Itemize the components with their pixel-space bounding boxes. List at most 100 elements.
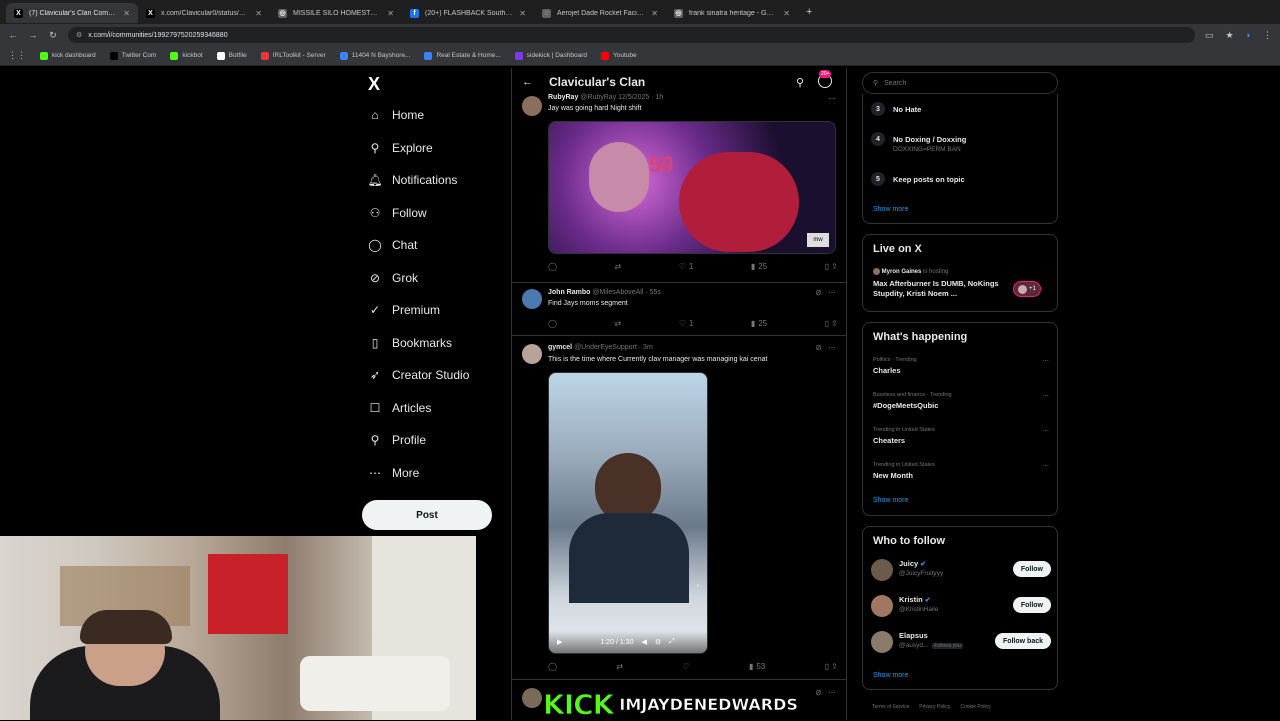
tweet[interactable]: gymcel @UnderEyeSupport · 3m ⊘ ⋯ This is…	[512, 336, 846, 680]
who-show-more-link[interactable]: Show more	[873, 672, 908, 679]
tweet[interactable]: John Rambo @MilesAboveAll · 55s ⊘ ⋯ Find…	[512, 283, 846, 336]
search-icon[interactable]: ⚲	[796, 76, 804, 89]
avatar[interactable]	[522, 289, 542, 309]
new-tab-icon[interactable]: +	[806, 6, 812, 18]
cast-icon[interactable]: ▭	[1205, 30, 1214, 41]
tab-close-icon[interactable]: ✕	[123, 9, 130, 18]
avatar[interactable]	[522, 688, 542, 708]
avatar[interactable]	[871, 595, 893, 617]
trends-show-more-link[interactable]: Show more	[873, 497, 908, 504]
nav-item-grok[interactable]: ⊘ Grok	[368, 271, 418, 285]
volume-icon[interactable]: ◀	[641, 638, 646, 646]
avatar[interactable]	[871, 559, 893, 581]
tab-close-icon[interactable]: ✕	[651, 9, 658, 18]
reply-icon[interactable]: ◯	[548, 319, 557, 328]
browser-tab[interactable]: Xx.com/Clavicular0/status/2039 ✕	[138, 3, 270, 23]
tweet-video[interactable]: ♪ ▶ 1:20 / 1:30 ◀ ⚙ ⤢	[548, 372, 708, 654]
trend-more-icon[interactable]: ⋯	[1042, 357, 1049, 365]
bookmark-icon[interactable]: ▯ ⇪	[825, 262, 838, 271]
nav-item-chat[interactable]: ◯ Chat	[368, 238, 417, 252]
back-icon[interactable]: ←	[8, 30, 18, 40]
live-listener-count[interactable]: +1	[1013, 281, 1041, 297]
fullscreen-icon[interactable]: ⤢	[669, 638, 675, 646]
browser-tab[interactable]: X (7) Clavicular's Clan Communit ✕	[6, 3, 138, 23]
bookmark-icon[interactable]: ▯ ⇪	[825, 662, 838, 671]
more-icon[interactable]: ⋯	[828, 688, 836, 697]
reload-icon[interactable]: ↻	[48, 30, 58, 41]
follow-suggestion[interactable]: Elapsus @ausyd... Follows you Follow back	[871, 629, 1051, 657]
trend-item[interactable]: Politics · Trending Charles ⋯	[873, 357, 1049, 375]
tweet-author-name[interactable]: gymcel	[548, 344, 572, 351]
tab-close-icon[interactable]: ✕	[387, 9, 394, 18]
bookmark-item[interactable]: kick dashboard	[40, 51, 96, 60]
browser-tab[interactable]: f (20+) FLASHBACK South Florid ✕	[402, 3, 534, 23]
more-icon[interactable]: ⋯	[828, 288, 836, 297]
nav-item-notifications[interactable]: 🔔︎ Notifications	[367, 173, 457, 187]
search-box[interactable]: ⚲ Search	[862, 72, 1058, 94]
tweet-image[interactable]: 50 mw	[548, 121, 836, 254]
trend-item[interactable]: Trending in United States Cheaters ⋯	[873, 427, 1049, 445]
bookmark-item[interactable]: Twitter Com	[109, 51, 156, 60]
trend-item[interactable]: Business and finance · Trending #DogeMeet…	[873, 392, 1049, 410]
footer-link[interactable]: Cookie Policy	[960, 704, 990, 710]
footer-link[interactable]: Terms of Service	[872, 704, 909, 710]
follow-suggestion[interactable]: Juicy ✔ @JuicyFruityyy Follow	[871, 557, 1051, 585]
more-icon[interactable]: ⋯	[828, 94, 836, 103]
post-button[interactable]: Post	[362, 500, 492, 530]
tab-close-icon[interactable]: ✕	[783, 9, 790, 18]
follow-button[interactable]: Follow back	[994, 633, 1051, 649]
tweet[interactable]: RubyRay @RubyRay 12/5/2025 · 1h ⋯ Jay wa…	[512, 90, 846, 283]
reply-icon[interactable]: ◯	[548, 662, 557, 671]
tab-close-icon[interactable]: ✕	[519, 9, 526, 18]
bookmark-item[interactable]: 11404 N Bayshore...	[339, 51, 410, 60]
browser-tab[interactable]: ◎ frank sinatra heritage - Googl ✕	[666, 3, 798, 23]
grok-icon[interactable]: ⊘	[815, 288, 822, 297]
extension-icon[interactable]: ◗	[1246, 30, 1251, 41]
nav-item-home[interactable]: ⌂ Home	[368, 108, 424, 122]
like-icon[interactable]: ♡ 1	[679, 262, 694, 271]
x-logo-icon[interactable]: X	[368, 74, 380, 95]
apps-icon[interactable]: ⋮⋮	[8, 50, 26, 61]
views-icon[interactable]: ▮ 53	[749, 662, 765, 671]
tab-close-icon[interactable]: ✕	[255, 9, 262, 18]
more-icon[interactable]: ⋯	[828, 343, 836, 352]
bookmark-item[interactable]: IRLToolkit - Server	[260, 51, 326, 60]
follow-suggestion[interactable]: Kristin ✔ @KristinHaile Follow	[871, 593, 1051, 621]
settings-icon[interactable]: ⚙	[655, 638, 661, 646]
follow-button[interactable]: Follow	[1012, 597, 1051, 613]
trend-item[interactable]: Trending in United States New Month ⋯	[873, 462, 1049, 480]
grok-icon[interactable]: ⊘	[815, 688, 822, 697]
tweet-author-name[interactable]: John Rambo	[548, 289, 590, 296]
bookmark-icon[interactable]: ▯ ⇪	[825, 319, 838, 328]
menu-icon[interactable]: ⋮	[1263, 30, 1272, 41]
nav-item-articles[interactable]: ☐ Articles	[368, 401, 432, 415]
nav-item-creator-studio[interactable]: ➶ Creator Studio	[368, 368, 469, 382]
avatar[interactable]	[522, 96, 542, 116]
site-info-icon[interactable]: ⚙	[76, 31, 82, 39]
tweet-author-name[interactable]: RubyRay	[548, 94, 578, 101]
footer-link[interactable]: Privacy Policy	[919, 704, 950, 710]
nav-item-profile[interactable]: ⚲ Profile	[368, 433, 426, 447]
nav-item-follow[interactable]: ⚇ Follow	[368, 206, 427, 220]
bookmark-item[interactable]: Real Estate & Home...	[424, 51, 501, 60]
bookmark-item[interactable]: sidekick | Dashboard	[514, 51, 587, 60]
play-icon[interactable]: ▶	[557, 638, 562, 646]
like-icon[interactable]: ♡ 1	[679, 319, 694, 328]
trend-more-icon[interactable]: ⋯	[1042, 392, 1049, 400]
nav-item-bookmarks[interactable]: ▯ Bookmarks	[368, 336, 452, 350]
follow-button[interactable]: Follow	[1012, 561, 1051, 577]
trend-more-icon[interactable]: ⋯	[1042, 462, 1049, 470]
live-space-title[interactable]: Max Afterburner Is DUMB, NoKings Stupdit…	[873, 279, 1009, 299]
grok-icon[interactable]: ⊘	[815, 343, 822, 352]
reply-icon[interactable]: ◯	[548, 262, 557, 271]
retweet-icon[interactable]: ⇄	[614, 262, 621, 271]
back-arrow-icon[interactable]: ←	[522, 76, 533, 88]
bookmark-item[interactable]: Youtube	[601, 51, 637, 60]
retweet-icon[interactable]: ⇄	[616, 662, 623, 671]
nav-item-more[interactable]: ⋯ More	[368, 466, 419, 480]
avatar[interactable]	[522, 344, 542, 364]
forward-icon[interactable]: →	[28, 30, 38, 40]
nav-item-explore[interactable]: ⚲ Explore	[368, 141, 433, 155]
address-bar[interactable]: ⚙ x.com/i/communities/199279752025934688…	[68, 27, 1195, 43]
trend-more-icon[interactable]: ⋯	[1042, 427, 1049, 435]
